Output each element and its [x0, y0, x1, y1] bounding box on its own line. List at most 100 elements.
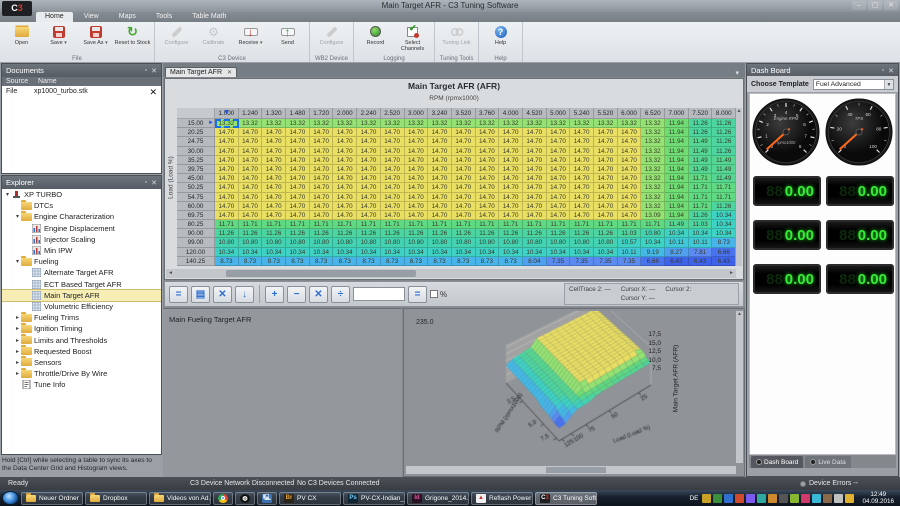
table-cell[interactable]: 8.04	[523, 257, 547, 266]
table-cell[interactable]: 11.26	[381, 229, 405, 238]
table-cell[interactable]: 14.70	[286, 137, 310, 146]
table-cell[interactable]: 13.32	[333, 119, 357, 128]
table-cell[interactable]: 13.32	[641, 165, 665, 174]
table-cell[interactable]: 11.26	[239, 229, 263, 238]
table-cell[interactable]: 13.32	[405, 119, 429, 128]
table-cell[interactable]: 14.70	[310, 174, 334, 183]
table-cell[interactable]: 10.80	[262, 238, 286, 247]
dashboard-tab-live-data[interactable]: Live Data	[805, 456, 850, 468]
table-cell[interactable]: 11.71	[286, 220, 310, 229]
table-cell[interactable]: 14.70	[286, 174, 310, 183]
tree-expander-icon[interactable]: ▸	[14, 337, 21, 344]
table-cell[interactable]: 11.26	[689, 211, 713, 220]
column-header-1.720[interactable]: 1.720	[310, 108, 334, 119]
table-cell[interactable]: 14.70	[405, 128, 429, 137]
table-cell[interactable]: 11.94	[665, 137, 689, 146]
minimize-button[interactable]: –	[852, 1, 866, 10]
table-cell[interactable]: 11.71	[594, 220, 618, 229]
table-cell[interactable]: 14.70	[333, 156, 357, 165]
table-cell[interactable]: 14.70	[618, 211, 642, 220]
table-cell[interactable]: 14.70	[405, 193, 429, 202]
tree-item-dtcs[interactable]: DTCs	[2, 200, 161, 211]
table-cell[interactable]: 8.73	[239, 257, 263, 266]
table-cell[interactable]: 11.71	[523, 220, 547, 229]
table-cell[interactable]: 14.70	[499, 211, 523, 220]
table-cell[interactable]: 14.70	[262, 211, 286, 220]
receive-button[interactable]: ↓Receive ▾	[232, 24, 269, 55]
table-cell[interactable]: 11.94	[665, 211, 689, 220]
template-select[interactable]: Fuel Advanced ▼	[813, 79, 894, 90]
tray-icon-3[interactable]	[724, 494, 733, 503]
table-cell[interactable]: 11.26	[262, 229, 286, 238]
table-cell[interactable]: 8.73	[215, 257, 239, 266]
close-button[interactable]: ✕	[884, 1, 898, 10]
close-panel-icon[interactable]: ✕	[888, 67, 894, 75]
open-button[interactable]: Open	[3, 24, 40, 55]
table-cell[interactable]: 11.26	[476, 229, 500, 238]
table-cell[interactable]: 14.70	[570, 174, 594, 183]
table-cell[interactable]: 11.26	[357, 229, 381, 238]
tab-main-target-afr[interactable]: Main Target AFR ✕	[165, 67, 237, 77]
column-header-1.480[interactable]: 1.480	[286, 108, 310, 119]
table-cell[interactable]: 14.70	[570, 147, 594, 156]
table-cell[interactable]: 14.70	[570, 183, 594, 192]
table-cell[interactable]: 14.70	[618, 202, 642, 211]
table-cell[interactable]: 6.66	[712, 248, 736, 257]
table-cell[interactable]: 14.70	[215, 202, 239, 211]
column-header-2.520[interactable]: 2.520	[381, 108, 405, 119]
table-cell[interactable]: 11.94	[665, 147, 689, 156]
table-cell[interactable]: 14.70	[333, 165, 357, 174]
row-header-99.00[interactable]: 99.00	[177, 238, 215, 247]
taskbar-button-network[interactable]: 🖳	[257, 492, 277, 505]
ribbon-tab-view[interactable]: View	[75, 12, 108, 22]
table-cell[interactable]: 11.26	[689, 128, 713, 137]
table-cell[interactable]: 14.70	[476, 211, 500, 220]
table-cell[interactable]: 14.70	[357, 211, 381, 220]
table-cell[interactable]: 14.70	[547, 174, 571, 183]
table-cell[interactable]: 10.80	[239, 238, 263, 247]
table-cell[interactable]: 14.70	[523, 202, 547, 211]
table-cell[interactable]: 14.70	[215, 147, 239, 156]
table-cell[interactable]: 14.70	[262, 137, 286, 146]
table-cell[interactable]: 14.70	[333, 174, 357, 183]
row-header-90.00[interactable]: 90.00	[177, 229, 215, 238]
table-cell[interactable]: 14.70	[357, 174, 381, 183]
column-header-3.000[interactable]: 3.000	[405, 108, 429, 119]
table-cell[interactable]: 13.32	[641, 183, 665, 192]
table-cell[interactable]: 11.71	[310, 220, 334, 229]
table-cell[interactable]: 14.70	[523, 128, 547, 137]
scroll-right-icon[interactable]: ►	[727, 269, 736, 278]
afr-table-grid[interactable]: 1.000▼1.2401.3201.4801.7202.0002.2402.52…	[177, 108, 736, 266]
table-cell[interactable]: 14.70	[594, 202, 618, 211]
table-cell[interactable]: 11.71	[357, 220, 381, 229]
table-cell[interactable]: 13.32	[570, 119, 594, 128]
column-header-1.240[interactable]: 1.240	[239, 108, 263, 119]
table-cell[interactable]: 14.70	[570, 137, 594, 146]
table-cell[interactable]: 10.34	[405, 248, 429, 257]
table-cell[interactable]: 14.70	[381, 165, 405, 174]
table-cell[interactable]: 8.73	[381, 257, 405, 266]
column-header-5.520[interactable]: 5.520	[594, 108, 618, 119]
table-cell[interactable]: 8.73	[405, 257, 429, 266]
table-cell[interactable]: 14.70	[547, 137, 571, 146]
table-cell[interactable]: 7.35	[594, 257, 618, 266]
table-cell[interactable]: 14.70	[310, 211, 334, 220]
taskbar-button-pv-cx[interactable]: BrPV CX	[279, 492, 341, 505]
taskbar-button-chrome[interactable]	[213, 492, 233, 505]
table-cell[interactable]: 13.32	[641, 202, 665, 211]
table-cell[interactable]: 13.32	[476, 119, 500, 128]
table-cell[interactable]: 14.70	[405, 165, 429, 174]
table-cell[interactable]: 11.94	[665, 156, 689, 165]
table-cell[interactable]: 14.70	[499, 202, 523, 211]
table-cell[interactable]: 14.70	[405, 156, 429, 165]
tray-icon-4[interactable]	[735, 494, 744, 503]
row-header-20.25[interactable]: 20.25	[177, 128, 215, 137]
table-cell[interactable]: 14.70	[239, 211, 263, 220]
fill-table-button[interactable]: ▤	[191, 286, 210, 303]
table-cell[interactable]: 14.70	[594, 193, 618, 202]
table-cell[interactable]: 13.32	[641, 174, 665, 183]
tray-icon-8[interactable]	[779, 494, 788, 503]
table-cell[interactable]: 14.70	[476, 156, 500, 165]
table-cell[interactable]: 14.70	[215, 128, 239, 137]
column-header-7.520[interactable]: 7.520	[689, 108, 713, 119]
